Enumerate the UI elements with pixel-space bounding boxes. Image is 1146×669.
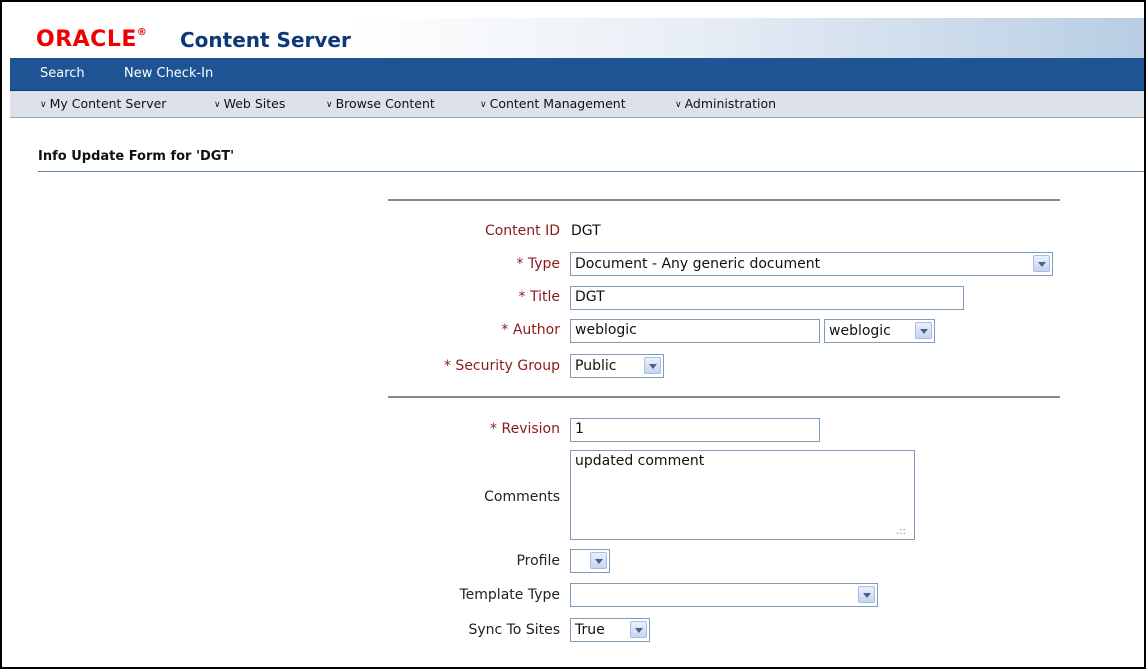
resize-grip-icon[interactable]: .:: [896,526,906,537]
chevron-down-icon: ∨ [675,100,682,110]
registered-mark: ® [136,27,148,38]
primary-nav: Search New Check-In [10,58,1144,91]
comments-label: Comments [484,489,560,505]
sync-to-sites-label: Sync To Sites [468,622,560,638]
browser-frame: ORACLE® Content Server Search New Check-… [0,0,1146,669]
chevron-down-icon[interactable] [915,322,932,339]
menu-browse-content[interactable]: ∨ Browse Content [326,96,435,111]
menu-content-management[interactable]: ∨ Content Management [480,96,626,111]
chevron-down-icon[interactable] [644,357,661,374]
sync-to-sites-select[interactable]: True [570,618,650,642]
security-group-select-value: Public [575,358,617,374]
chevron-down-icon: ∨ [214,100,221,110]
template-type-label: Template Type [459,587,561,603]
author-label: * Author [501,322,560,338]
secondary-nav: ∨ My Content Server ∨ Web Sites ∨ Browse Co… [10,91,1144,118]
comments-textarea[interactable]: updated comment [570,450,915,540]
chevron-down-icon: ∨ [326,100,333,110]
profile-label: Profile [516,553,560,569]
page-title: Info Update Form for 'DGT' [38,149,235,164]
nav-new-check-in[interactable]: New Check-In [124,66,213,81]
nav-search[interactable]: Search [40,66,85,81]
type-select[interactable]: Document - Any generic document [570,252,1053,276]
app-title: Content Server [180,28,351,52]
type-label: * Type [516,256,560,272]
template-type-select[interactable] [570,583,878,607]
security-group-label: * Security Group [443,358,560,374]
title-input[interactable]: DGT [570,286,964,310]
form-top-divider [388,199,1060,201]
content-id-label: Content ID [484,223,560,239]
chevron-down-icon[interactable] [590,552,607,569]
author-input[interactable]: weblogic [570,319,820,343]
title-label: * Title [518,289,560,305]
chevron-down-icon[interactable] [630,621,647,638]
revision-label: * Revision [490,421,560,437]
menu-administration[interactable]: ∨ Administration [675,96,776,111]
title-divider [38,171,1144,172]
menu-web-sites[interactable]: ∨ Web Sites [214,96,285,111]
menu-my-content-server[interactable]: ∨ My Content Server [40,96,166,111]
chevron-down-icon[interactable] [858,586,875,603]
security-group-select[interactable]: Public [570,354,664,378]
chevron-down-icon: ∨ [40,100,47,110]
author-select[interactable]: weblogic [824,319,935,343]
author-select-value: weblogic [829,323,891,339]
content-id-value: DGT [571,223,601,239]
type-select-value: Document - Any generic document [575,256,821,272]
app-header: ORACLE® Content Server [10,18,1144,58]
profile-select[interactable] [570,549,610,573]
chevron-down-icon[interactable] [1033,255,1050,272]
form-middle-divider [388,396,1060,398]
oracle-logo: ORACLE® [36,27,148,52]
revision-input[interactable]: 1 [570,418,820,442]
sync-to-sites-select-value: True [575,622,605,638]
chevron-down-icon: ∨ [480,100,487,110]
